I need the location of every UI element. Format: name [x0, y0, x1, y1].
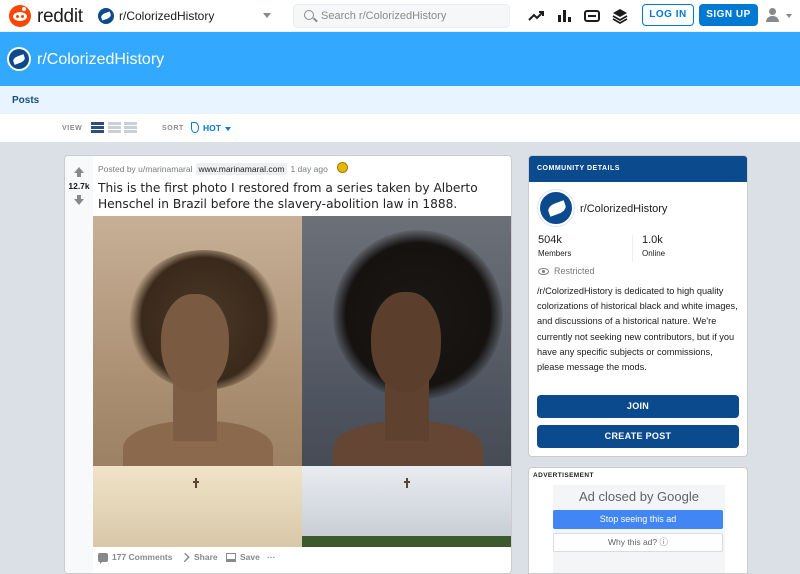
compact-view-icon[interactable]: [124, 122, 137, 134]
hot-flame-icon: [191, 122, 199, 133]
popular-icon[interactable]: [527, 7, 545, 25]
post-time[interactable]: 1 day ago: [290, 164, 327, 174]
advertisement-label: ADVERTISEMENT: [533, 472, 594, 479]
community-details-title: COMMUNITY DETAILS: [537, 165, 620, 172]
tab-posts[interactable]: Posts: [12, 95, 39, 106]
ad-closed-text: Ad closed by Google: [579, 489, 699, 504]
search-icon: [304, 10, 314, 20]
community-details-header: COMMUNITY DETAILS: [529, 156, 747, 182]
award-icon[interactable]: [337, 162, 348, 173]
restricted-status: Restricted: [538, 266, 595, 276]
feed-icon[interactable]: [611, 7, 629, 25]
community-icon[interactable]: [538, 190, 574, 226]
community-icon: [98, 8, 114, 24]
community-avatar-icon: [7, 47, 31, 71]
login-button[interactable]: LOG IN: [642, 4, 694, 26]
user-icon: [769, 8, 776, 15]
vote-bar: 12.7k: [65, 156, 93, 573]
restricted-label: Restricted: [554, 266, 595, 276]
online-count: 1.0k: [642, 234, 663, 246]
banner-title: r/ColorizedHistory: [37, 51, 165, 68]
card-view-icon[interactable]: [91, 122, 104, 134]
online-stat: 1.0k Online: [642, 234, 665, 258]
reddit-wordmark[interactable]: reddit: [37, 6, 83, 28]
sort-dropdown[interactable]: HOT: [203, 123, 221, 133]
top-header: reddit r/ColorizedHistory LOG IN SIGN UP: [0, 0, 800, 32]
community-details-card: COMMUNITY DETAILS r/ColorizedHistory 504…: [528, 155, 748, 457]
post-title[interactable]: This is the first photo I restored from …: [98, 180, 498, 212]
search-box[interactable]: [293, 4, 510, 28]
more-options-icon: ···: [267, 552, 276, 562]
post-meta: Posted by u/marinamaral www.marinamaral.c…: [98, 163, 328, 175]
post-card[interactable]: 12.7k Posted by u/marinamaral www.marinam…: [64, 155, 512, 574]
reddit-logo-icon[interactable]: [9, 5, 31, 27]
save-icon: [226, 553, 236, 562]
divider: [632, 235, 633, 262]
community-dropdown-label: r/ColorizedHistory: [119, 9, 215, 23]
members-stat: 504k Members: [538, 234, 571, 258]
post-author[interactable]: Posted by u/marinamaral: [98, 164, 193, 174]
more-options-button[interactable]: ···: [267, 552, 276, 564]
downvote-icon[interactable]: [74, 195, 84, 205]
search-input[interactable]: [321, 8, 501, 24]
comment-icon: [98, 553, 108, 564]
post-domain[interactable]: www.marinamaral.com: [195, 163, 288, 175]
community-description: /r/ColorizedHistory is dedicated to high…: [537, 286, 738, 373]
eye-icon: [538, 268, 549, 276]
post-score: 12.7k: [68, 181, 90, 191]
post-image[interactable]: [93, 216, 511, 547]
community-name[interactable]: r/ColorizedHistory: [580, 203, 667, 215]
coins-icon[interactable]: [583, 7, 601, 25]
view-label: VIEW: [62, 125, 83, 132]
advertisement-card: ADVERTISEMENT Ad closed by Google Stop s…: [528, 467, 748, 574]
chevron-down-icon: [786, 14, 792, 18]
members-label: Members: [538, 249, 572, 258]
user-menu-button[interactable]: [766, 8, 796, 24]
members-count: 504k: [538, 234, 562, 246]
all-icon[interactable]: [555, 7, 573, 25]
view-sort-bar: VIEW SORT: [0, 114, 800, 142]
chevron-down-icon: [225, 127, 231, 131]
ad-closed-panel: Ad closed by Google Stop seeing this ad …: [553, 485, 725, 573]
community-subnav: Posts: [0, 86, 800, 114]
why-this-ad-button[interactable]: Why this ad? ⓘ: [553, 533, 723, 552]
online-label: Online: [642, 249, 666, 258]
upvote-icon[interactable]: [74, 167, 84, 177]
community-dropdown[interactable]: r/ColorizedHistory: [95, 5, 277, 27]
share-icon: [180, 552, 190, 563]
signup-button[interactable]: SIGN UP: [699, 4, 758, 26]
stop-seeing-ad-button[interactable]: Stop seeing this ad: [553, 510, 723, 529]
create-post-button[interactable]: CREATE POST: [537, 425, 739, 448]
sort-label: SORT: [162, 125, 184, 132]
join-button[interactable]: JOIN: [537, 395, 739, 418]
classic-view-icon[interactable]: [108, 122, 121, 134]
chevron-down-icon: [263, 13, 271, 18]
